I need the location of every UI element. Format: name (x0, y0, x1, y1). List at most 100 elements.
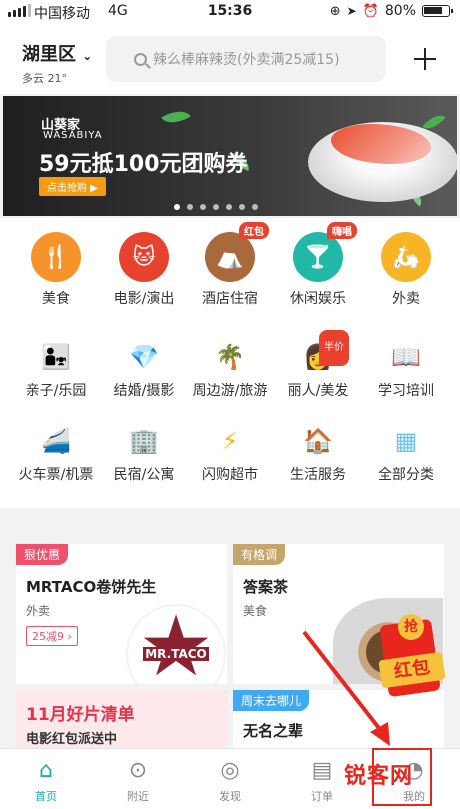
movie-card[interactable]: 11月好片清单 电影红包派送中 (16, 690, 227, 750)
palm-tree-icon: 🌴 (213, 340, 247, 374)
category-label: 生活服务 (290, 467, 346, 483)
banner-brand-en: WASABIYA (43, 130, 103, 141)
chevron-down-icon: ⌄ (82, 49, 93, 63)
flash-icon: ⚡ (213, 424, 247, 458)
category-8[interactable]: 🌴 周边游/旅游 (190, 340, 270, 400)
cocktail-icon: 🍸 嗨唱 (293, 222, 357, 282)
leaf-decoration (161, 104, 191, 130)
deal-tag: 狠优惠 (16, 544, 69, 565)
banner-cta-button[interactable]: 点击抢购 ▶ (39, 177, 106, 196)
category-14[interactable]: 🏠 生活服务 (278, 424, 358, 484)
add-button[interactable] (414, 48, 436, 70)
banner-pager (174, 204, 258, 210)
category-badge: 半价 (319, 330, 349, 366)
city-label: 湖里区 (22, 44, 76, 65)
category-2[interactable]: 🐱 电影/演出 (104, 232, 184, 308)
category-7[interactable]: 💎 结婚/摄影 (104, 340, 184, 400)
category-1[interactable]: 🍴 美食 (16, 232, 96, 308)
category-label: 亲子/乐园 (25, 383, 87, 399)
card-subtitle: 电影红包派送中 (26, 732, 118, 747)
house-icon-glyph: 🏠 (303, 427, 333, 455)
flash-icon-glyph: ⚡ (221, 427, 239, 455)
category-label: 学习培训 (378, 383, 434, 399)
tab-home[interactable]: ⌂ 首页 (0, 749, 92, 809)
category-grid: 🍴 美食 🐱 电影/演出 ⛺ 红包 酒店住宿 🍸 嗨唱 休闲娱乐 🛵 外卖 👨‍👧 亲子/乐园 💎 结婚/摄影… (0, 218, 460, 508)
category-label: 民宿/公寓 (113, 467, 175, 483)
fork-knife-icon: 🍴 (31, 232, 81, 282)
category-15[interactable]: ▦ 全部分类 (366, 424, 446, 484)
category-12[interactable]: 🏢 民宿/公寓 (104, 424, 184, 484)
diamond-icon: 💎 (127, 340, 161, 374)
hotel-icon-glyph: ⛺ (216, 244, 244, 270)
compass-icon: ◎ (220, 758, 240, 783)
rotation-lock-icon: ⊕ (329, 3, 341, 19)
promo-banner[interactable]: 山葵家 WASABIYA 59元抵100元团购券 点击抢购 ▶ (3, 96, 457, 216)
book-icon-glyph: 📖 (391, 343, 421, 371)
category-3[interactable]: ⛺ 红包酒店住宿 (190, 222, 270, 308)
house-icon: 🏠 (301, 424, 335, 458)
pager-dot[interactable] (226, 204, 232, 210)
diamond-icon-glyph: 💎 (129, 343, 159, 371)
style-tag: 有格调 (233, 544, 286, 565)
card-title: 答案茶 (243, 578, 289, 596)
clipboard-icon: ▤ (311, 758, 333, 783)
category-13[interactable]: ⚡ 闪购超市 (190, 424, 270, 484)
alarm-icon: ⏰ (362, 3, 379, 19)
tab-label: 发现 (219, 790, 241, 803)
category-5[interactable]: 🛵 外卖 (366, 232, 446, 308)
pager-dot[interactable] (213, 204, 219, 210)
category-10[interactable]: 📖 学习培训 (366, 340, 446, 400)
search-icon (134, 52, 147, 66)
apartment-icon: 🏢 (127, 424, 161, 458)
category-6[interactable]: 👨‍👧 亲子/乐园 (16, 340, 96, 400)
category-label: 火车票/机票 (18, 467, 94, 483)
home-icon: ⌂ (39, 758, 53, 783)
card-subtitle: 外卖 (26, 604, 51, 618)
category-label: 闪购超市 (202, 467, 258, 483)
category-label: 休闲娱乐 (290, 291, 346, 307)
category-label: 周边游/旅游 (192, 383, 268, 399)
cat-icon: 🐱 (119, 232, 169, 282)
pager-dot[interactable] (200, 204, 206, 210)
category-label: 美食 (42, 291, 70, 307)
category-label: 酒店住宿 (202, 291, 258, 307)
card-title: MRTACO卷饼先生 (26, 578, 157, 596)
category-label: 丽人/美发 (287, 383, 349, 399)
promo-badge: 25减9 › (26, 626, 78, 646)
train-icon-glyph: 🚄 (41, 427, 71, 455)
tab-compass[interactable]: ◎ 发现 (184, 749, 276, 809)
fork-knife-icon-glyph: 🍴 (42, 244, 70, 270)
location-selector[interactable]: 湖里区 ⌄ 多云 21° (22, 40, 92, 86)
category-label: 电影/演出 (113, 291, 175, 307)
tab-label: 订单 (311, 790, 333, 803)
pager-dot[interactable] (174, 204, 180, 210)
annotation-arrow (302, 630, 390, 746)
category-label: 全部分类 (378, 467, 434, 483)
category-9[interactable]: 👩 半价 丽人/美发 (278, 330, 358, 400)
category-badge: 嗨唱 (327, 222, 357, 239)
cat-icon-glyph: 🐱 (132, 244, 156, 270)
card-title: 无名之辈 (243, 722, 304, 740)
battery-icon (422, 5, 453, 17)
hotel-icon: ⛺ 红包 (205, 222, 269, 282)
taco-card[interactable]: 狠优惠 MRTACO卷饼先生 外卖 25减9 › ★ MR.TACO (16, 544, 227, 684)
pager-dot[interactable] (239, 204, 245, 210)
watermark: 锐客网 (344, 764, 414, 789)
delivery-icon-glyph: 🛵 (392, 244, 420, 270)
pager-dot[interactable] (187, 204, 193, 210)
logo-text: MR.TACO (143, 647, 209, 661)
category-badge: 红包 (239, 222, 269, 239)
grid-icon: ▦ (389, 424, 423, 458)
location-pin-icon: ⊙ (128, 758, 148, 783)
weather-label: 多云 21° (22, 72, 67, 85)
banner-headline: 59元抵100元团购券 (39, 152, 248, 177)
palm-tree-icon-glyph: 🌴 (215, 343, 245, 371)
category-4[interactable]: 🍸 嗨唱休闲娱乐 (278, 222, 358, 308)
tab-label: 首页 (35, 790, 57, 803)
pager-dot[interactable] (252, 204, 258, 210)
category-label: 结婚/摄影 (113, 383, 175, 399)
category-11[interactable]: 🚄 火车票/机票 (16, 424, 96, 484)
weekend-tag: 周末去哪儿 (233, 690, 310, 711)
tab-location-pin[interactable]: ⊙ 附近 (92, 749, 184, 809)
search-bar[interactable]: 辣么棒麻辣烫(外卖满25减15) (106, 36, 386, 82)
